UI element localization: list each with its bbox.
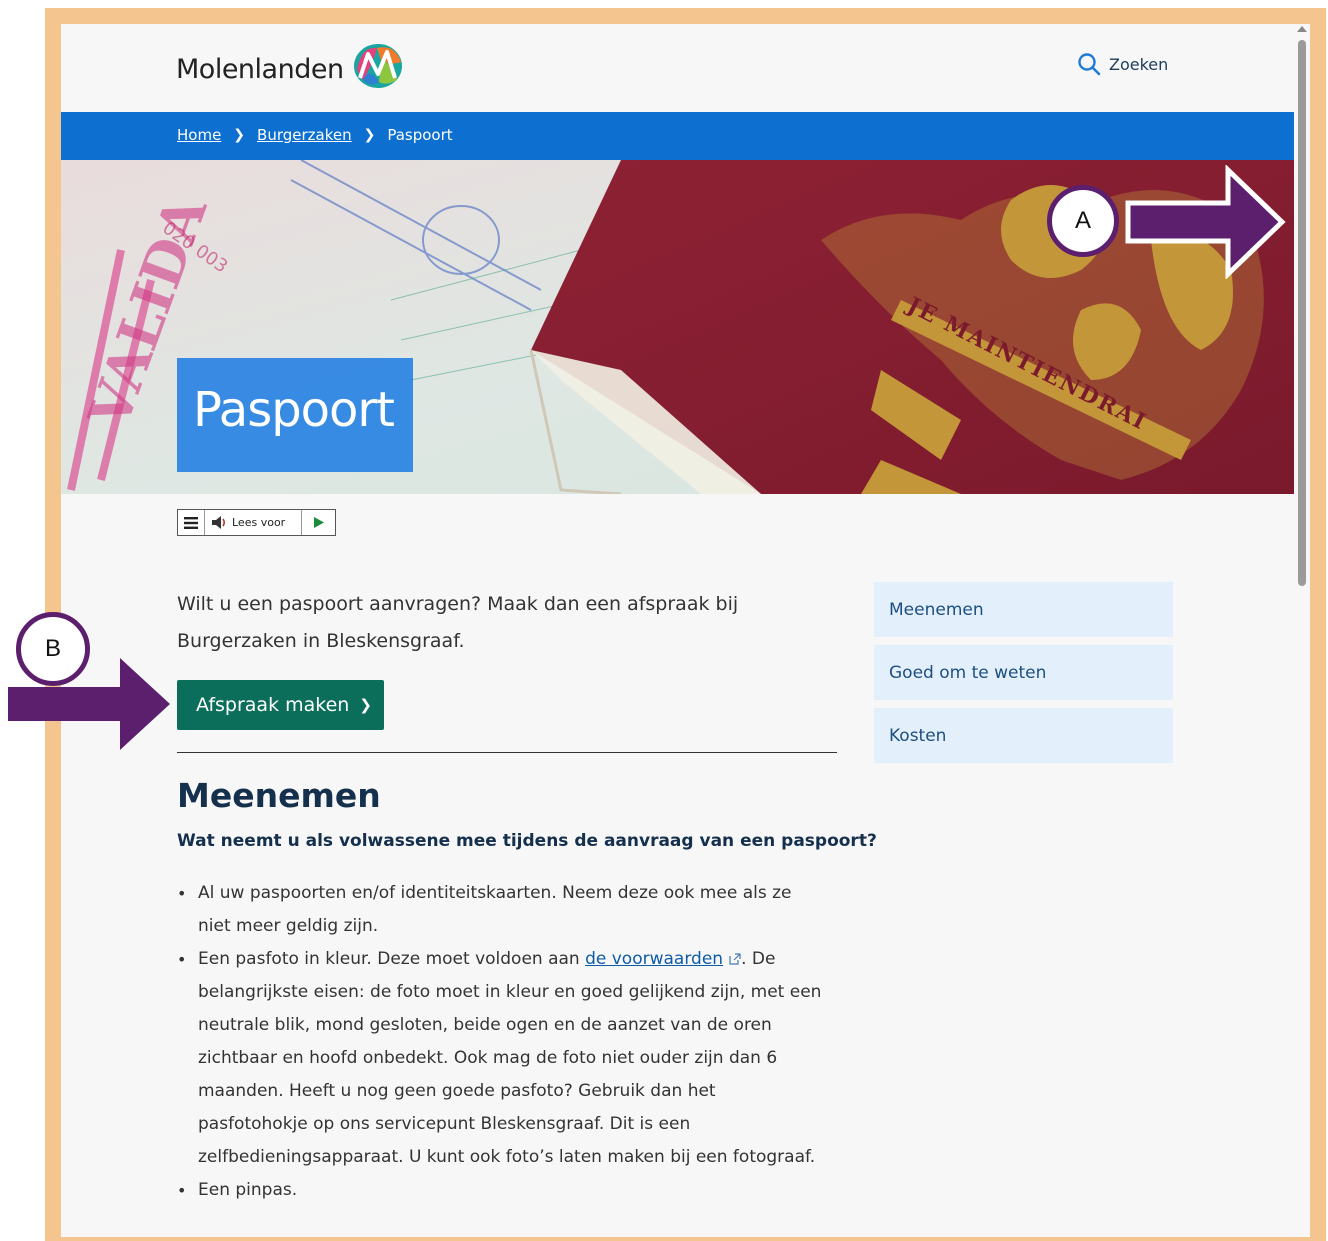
list-item: Een pasfoto in kleur. Deze moet voldoen … xyxy=(177,943,825,1174)
annotation-b-label: B xyxy=(44,635,61,662)
annotation-arrow-a xyxy=(1125,165,1286,279)
afspraak-maken-button[interactable]: Afspraak maken ❯ xyxy=(177,680,384,730)
breadcrumb-burgerzaken-link[interactable]: Burgerzaken xyxy=(257,126,352,144)
list-item-text: . De belangrijkste eisen: de foto moet i… xyxy=(198,949,822,1167)
page-section-nav: Meenemen Goed om te weten Kosten xyxy=(874,582,1173,771)
annotation-marker-b: B xyxy=(16,612,90,686)
list-item-text: Al uw paspoorten en/of identiteitskaarte… xyxy=(198,883,792,936)
logo-icon[interactable] xyxy=(351,40,405,90)
hamburger-icon xyxy=(184,516,198,529)
play-icon xyxy=(313,517,324,528)
breadcrumb-home-link[interactable]: Home xyxy=(177,126,221,144)
sidenav-item-meenemen[interactable]: Meenemen xyxy=(874,582,1173,637)
sidenav-item-goed-om-te-weten[interactable]: Goed om te weten xyxy=(874,645,1173,700)
section-heading: Meenemen xyxy=(177,776,381,815)
intro-text: Wilt u een paspoort aanvragen? Maak dan … xyxy=(177,593,739,652)
list-item-text: Een pinpas. xyxy=(198,1180,298,1200)
annotation-a-label: A xyxy=(1074,207,1091,234)
chevron-right-icon: ❯ xyxy=(233,127,246,143)
scroll-up-arrow-icon[interactable] xyxy=(1297,26,1307,32)
chevron-right-icon: ❯ xyxy=(363,127,376,143)
external-link-icon xyxy=(729,953,741,965)
hero-title-box: Paspoort xyxy=(177,358,413,472)
search-button[interactable]: Zoeken xyxy=(1077,52,1168,76)
list-item-text: Een pasfoto in kleur. Deze moet voldoen … xyxy=(198,949,586,969)
breadcrumb-current: Paspoort xyxy=(387,126,453,144)
speaker-icon xyxy=(212,516,226,529)
vertical-scrollbar[interactable] xyxy=(1294,24,1310,1237)
annotation-marker-a: A xyxy=(1047,185,1119,257)
site-header: Molenlanden Zoeken xyxy=(61,24,1294,112)
sidenav-item-kosten[interactable]: Kosten xyxy=(874,708,1173,763)
readspeaker-label: Lees voor xyxy=(232,516,286,529)
voorwaarden-link[interactable]: de voorwaarden xyxy=(585,949,723,969)
search-label: Zoeken xyxy=(1109,54,1169,74)
readspeaker-menu-button[interactable] xyxy=(178,510,205,535)
breadcrumb-bar: Home ❯ Burgerzaken ❯ Paspoort xyxy=(61,112,1294,160)
readspeaker-listen-button[interactable]: Lees voor xyxy=(205,510,302,535)
page-title: Paspoort xyxy=(193,382,395,438)
cta-label: Afspraak maken xyxy=(196,694,350,716)
requirements-list: Al uw paspoorten en/of identiteitskaarte… xyxy=(177,877,825,1207)
list-item: Al uw paspoorten en/of identiteitskaarte… xyxy=(177,877,825,943)
chevron-right-icon: ❯ xyxy=(359,696,372,714)
section-divider xyxy=(177,752,837,753)
search-icon xyxy=(1078,53,1101,76)
list-item: Een pinpas. xyxy=(177,1174,825,1207)
readspeaker-play-button[interactable] xyxy=(302,510,335,535)
section-subheading: Wat neemt u als volwassene mee tijdens d… xyxy=(177,831,877,851)
breadcrumb: Home ❯ Burgerzaken ❯ Paspoort xyxy=(177,126,453,144)
readspeaker-widget: Lees voor xyxy=(177,509,336,536)
scrollbar-thumb[interactable] xyxy=(1298,40,1306,586)
logo-text[interactable]: Molenlanden xyxy=(176,54,344,85)
